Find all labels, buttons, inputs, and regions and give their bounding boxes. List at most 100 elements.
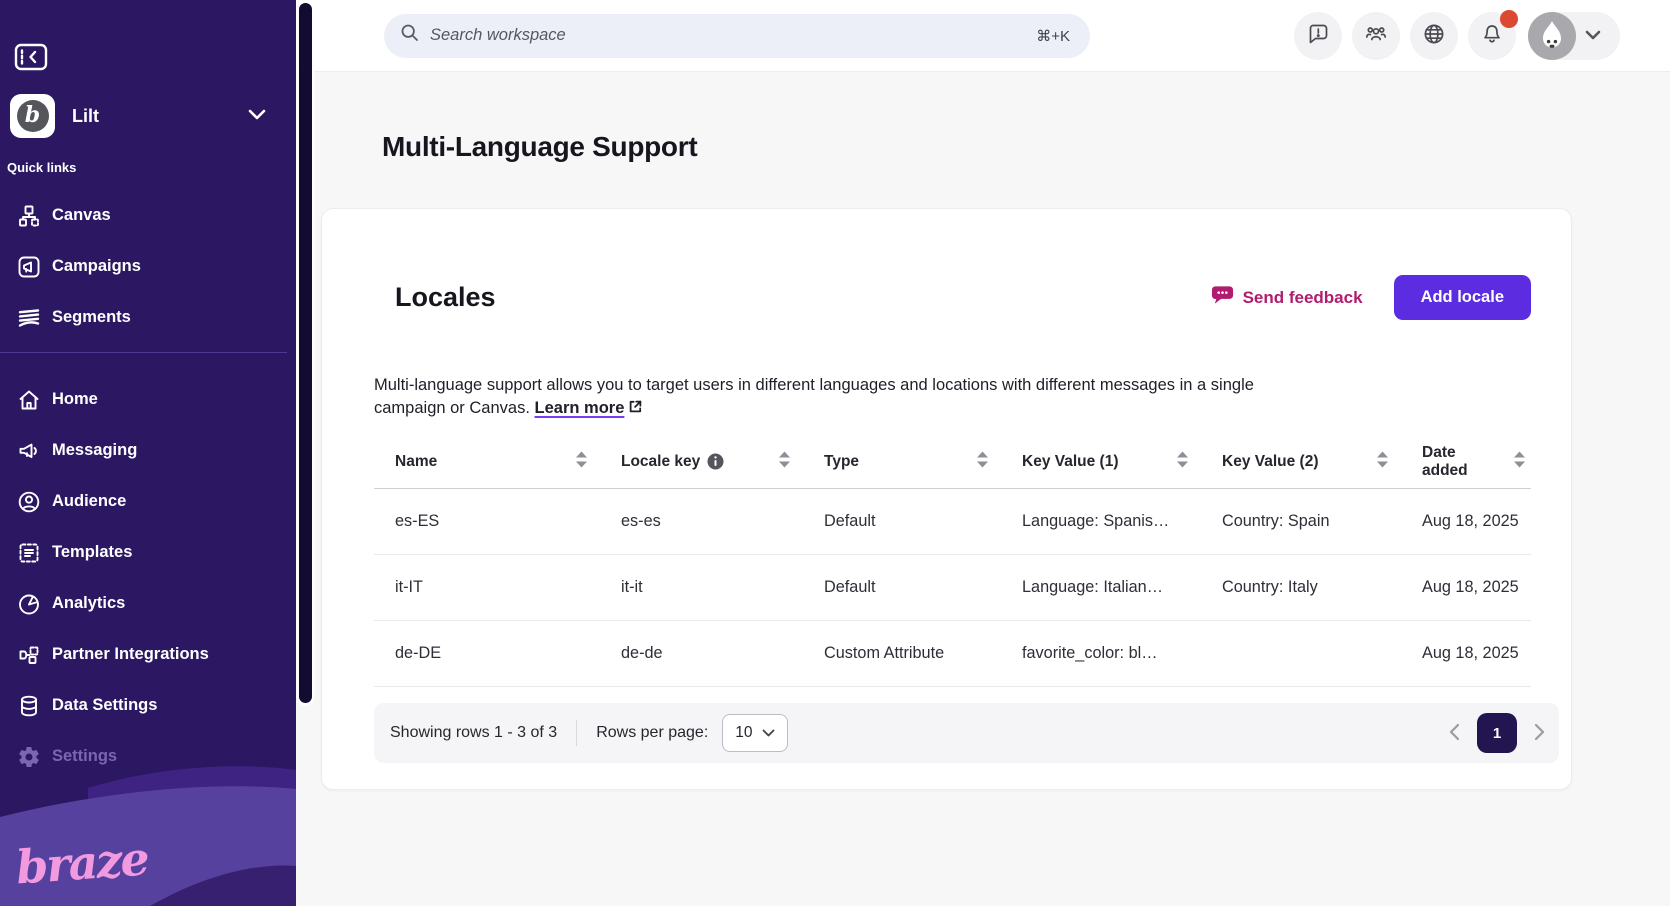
sidebar-item-messaging[interactable]: Messaging	[0, 425, 296, 476]
sidebar-item-canvas[interactable]: Canvas	[0, 190, 296, 241]
cell-type: Custom Attribute	[824, 644, 1022, 663]
sidebar-item-segments[interactable]: Segments	[0, 292, 296, 343]
table-footer: Showing rows 1 - 3 of 3 Rows per page: 1…	[374, 703, 1559, 763]
showing-rows-text: Showing rows 1 - 3 of 3	[390, 724, 557, 742]
column-header-locale-key[interactable]: Locale key	[621, 453, 824, 471]
notification-badge	[1500, 10, 1518, 28]
content: Multi-Language Support Locales Send feed…	[296, 72, 1670, 790]
search-shortcut: ⌘+K	[1036, 27, 1070, 45]
add-locale-button[interactable]: Add locale	[1394, 275, 1531, 320]
campaigns-icon	[17, 255, 41, 279]
account-menu-button[interactable]	[1528, 12, 1620, 60]
search-icon	[400, 23, 420, 48]
cell-locale-key: de-de	[621, 644, 824, 663]
cell-date-added: Aug 18, 2025	[1422, 578, 1531, 597]
learn-more-link[interactable]: Learn more	[535, 399, 644, 417]
chevron-left-icon	[1449, 723, 1460, 744]
next-page-button[interactable]	[1534, 723, 1545, 744]
learn-more-label: Learn more	[535, 399, 625, 417]
feedback-bubble-button[interactable]	[1294, 12, 1342, 60]
sort-icon	[1177, 451, 1188, 472]
workspace-name: Lilt	[72, 106, 99, 127]
main-area: Search workspace ⌘+K	[296, 0, 1670, 906]
braze-workspace-logo: b	[10, 94, 55, 138]
send-feedback-label: Send feedback	[1243, 288, 1363, 308]
chat-bubble-icon	[1211, 284, 1234, 312]
collapse-sidebar-icon	[14, 60, 48, 75]
rows-per-page-value: 10	[735, 724, 752, 742]
messaging-icon	[17, 439, 41, 463]
page-title: Multi-Language Support	[382, 130, 1670, 164]
topbar: Search workspace ⌘+K	[296, 0, 1670, 72]
previous-page-button[interactable]	[1449, 723, 1460, 744]
topbar-icons	[1294, 12, 1620, 60]
sidebar-item-label: Canvas	[52, 206, 111, 225]
workspace-switcher[interactable]: b Lilt	[10, 93, 286, 139]
sidebar-item-campaigns[interactable]: Campaigns	[0, 241, 296, 292]
community-button[interactable]	[1352, 12, 1400, 60]
column-header-name[interactable]: Name	[374, 453, 621, 471]
audience-icon	[17, 490, 41, 514]
notifications-button[interactable]	[1468, 12, 1516, 60]
sidebar-item-partner-integrations[interactable]: Partner Integrations	[0, 629, 296, 680]
sidebar-item-audience[interactable]: Audience	[0, 476, 296, 527]
search-placeholder: Search workspace	[430, 26, 566, 45]
bell-icon	[1480, 22, 1504, 49]
column-label: Key Value (1)	[1022, 453, 1119, 471]
column-label: Date added	[1422, 444, 1487, 480]
locale-globe-button[interactable]	[1410, 12, 1458, 60]
cell-date-added: Aug 18, 2025	[1422, 644, 1531, 663]
people-group-icon	[1364, 22, 1388, 49]
external-link-icon	[628, 400, 643, 418]
sidebar-divider	[0, 352, 287, 353]
sidebar-scrollbar-thumb[interactable]	[299, 3, 312, 703]
sidebar: b Lilt Quick links Canvas	[0, 0, 296, 906]
cell-type: Default	[824, 512, 1022, 531]
table-row: es-ES es-es Default Language: Spanis… Co…	[374, 489, 1531, 555]
rows-per-page-select[interactable]: 10	[722, 714, 787, 752]
sidebar-item-label: Campaigns	[52, 257, 141, 276]
sort-icon	[779, 451, 790, 472]
braze-brand-logo: braze	[14, 831, 149, 894]
quick-links-nav: Canvas Campaigns Segments	[0, 190, 296, 343]
column-header-date-added[interactable]: Date added	[1422, 444, 1531, 480]
pagination: 1	[1449, 713, 1545, 753]
cell-key-value-1: Language: Italian…	[1022, 578, 1222, 597]
sidebar-item-label: Partner Integrations	[52, 645, 209, 664]
table-header-row: Name Locale key Type Key Value (1)	[374, 435, 1531, 489]
locales-heading: Locales	[395, 282, 496, 313]
sidebar-item-label: Data Settings	[52, 696, 157, 715]
cell-locale-key: it-it	[621, 578, 824, 597]
cell-key-value-2: Country: Italy	[1222, 578, 1422, 597]
send-feedback-button[interactable]: Send feedback	[1211, 284, 1363, 312]
collapse-sidebar-button[interactable]	[14, 42, 48, 72]
data-settings-icon	[17, 694, 41, 718]
analytics-icon	[17, 592, 41, 616]
cell-locale-key: es-es	[621, 512, 824, 531]
column-label: Type	[824, 453, 859, 471]
partner-integrations-icon	[17, 643, 41, 667]
info-icon[interactable]	[707, 453, 724, 470]
rows-per-page-label: Rows per page:	[596, 724, 708, 742]
sidebar-item-analytics[interactable]: Analytics	[0, 578, 296, 629]
column-header-type[interactable]: Type	[824, 453, 1022, 471]
locales-table: Name Locale key Type Key Value (1)	[374, 435, 1531, 687]
chevron-down-icon	[762, 724, 775, 742]
column-label: Name	[395, 453, 437, 471]
column-header-key-value-2[interactable]: Key Value (2)	[1222, 453, 1422, 471]
cell-name: it-IT	[374, 578, 621, 597]
page-number-button[interactable]: 1	[1477, 713, 1517, 753]
sort-icon	[1514, 451, 1525, 472]
sidebar-item-templates[interactable]: Templates	[0, 527, 296, 578]
column-header-key-value-1[interactable]: Key Value (1)	[1022, 453, 1222, 471]
cell-name: de-DE	[374, 644, 621, 663]
sidebar-item-home[interactable]: Home	[0, 374, 296, 425]
table-row: de-DE de-de Custom Attribute favorite_co…	[374, 621, 1531, 687]
canvas-icon	[17, 204, 41, 228]
sidebar-item-label: Templates	[52, 543, 132, 562]
search-input[interactable]: Search workspace ⌘+K	[384, 14, 1090, 58]
cell-key-value-2: Country: Spain	[1222, 512, 1422, 531]
cell-type: Default	[824, 578, 1022, 597]
locales-description: Multi-language support allows you to tar…	[374, 374, 1314, 421]
sidebar-item-label: Audience	[52, 492, 126, 511]
